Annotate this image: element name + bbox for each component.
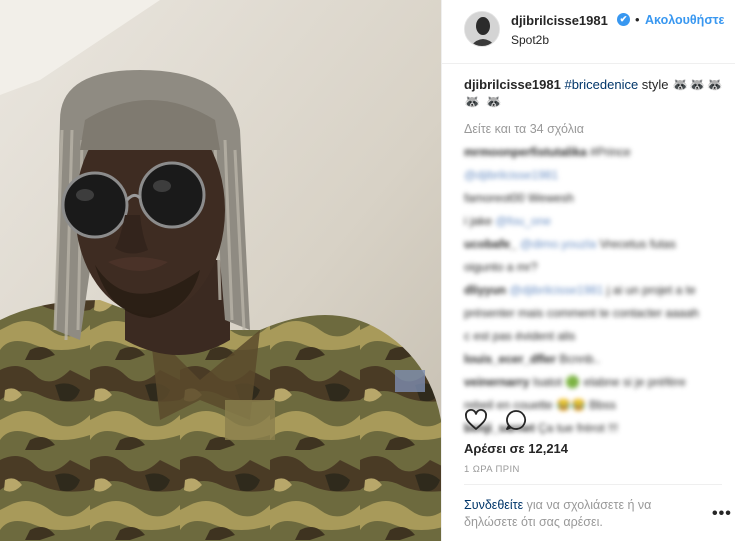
load-more-comments-button[interactable]: Δείτε και τα 34 σχόλια: [464, 122, 724, 136]
comment-item: présenter mais comment te contacter aaaa…: [464, 305, 724, 321]
comment-text-extra: j ai un projet a te: [603, 283, 696, 297]
comment-text: présenter mais comment te contacter aaaa…: [464, 306, 699, 320]
comment-text: Ça tue frérot !!!: [538, 421, 619, 435]
post-timestamp[interactable]: 1 ΩΡΑ ΠΡΙΝ: [464, 464, 520, 475]
avatar[interactable]: [464, 11, 500, 47]
comment-text: #Prince: [590, 145, 631, 159]
login-link[interactable]: Συνδεθείτε: [464, 498, 523, 512]
comment-list: mrmoonperfistutalika #Prince @djibrilcis…: [464, 144, 724, 436]
comment-mention[interactable]: @dimo.youzla: [520, 237, 596, 251]
comment-username[interactable]: louis_ecer_dfler: [464, 352, 556, 366]
comment-item: oigunto a mr?: [464, 259, 724, 275]
comment-item: louis_ecer_dfler Bcnnb..: [464, 351, 724, 367]
comment-item: c est pas évident alis: [464, 328, 724, 344]
comment-text: c est pas évident alis: [464, 329, 576, 343]
likes-count[interactable]: Αρέσει σε 12,214: [464, 441, 568, 456]
comment-username[interactable]: dliyyun: [464, 283, 506, 297]
comment-text: oigunto a mr?: [464, 260, 538, 274]
comment-item: veinernarry Isatot 🟢 elabne si je préfèr…: [464, 374, 724, 390]
ellipsis-icon[interactable]: •••: [712, 506, 732, 522]
comment-text-extra: Vrecetus futas: [596, 237, 676, 251]
post-actions: [464, 408, 540, 432]
comments-section: djibrilcisse1981 #bricedenice style 🦝🦝🦝🦝…: [464, 76, 724, 443]
caption-hashtag[interactable]: #bricedenice: [564, 77, 638, 92]
comment-username[interactable]: ucobafe_: [464, 237, 517, 251]
comment-mention[interactable]: @djibrilcisse1981: [509, 283, 603, 297]
post-photo[interactable]: [0, 0, 441, 541]
caption-username[interactable]: djibrilcisse1981: [464, 77, 561, 92]
post-side-panel: djibrilcisse1981 ✔ • Ακολουθήστε Spot2b …: [441, 0, 735, 541]
comment-mention[interactable]: @djibrilcisse1981: [464, 168, 558, 182]
follow-button[interactable]: Ακολουθήστε: [645, 13, 724, 27]
comment-username[interactable]: mrmoonperfistutalika: [464, 145, 587, 159]
comment-item: dliyyun @djibrilcisse1981 j ai un projet…: [464, 282, 724, 298]
comment-text: Isatot 🟢 elabne si je préfère: [532, 375, 686, 389]
heart-icon[interactable]: [464, 408, 488, 432]
comment-text: famoreot00 Wewesh: [464, 191, 574, 205]
post-author-username[interactable]: djibrilcisse1981: [511, 13, 608, 28]
header-separator: •: [635, 12, 640, 27]
comment-mention[interactable]: @fou_one: [495, 214, 551, 228]
comment-item: famoreot00 Wewesh: [464, 190, 724, 206]
comment-bubble-icon[interactable]: [504, 408, 528, 432]
comment-item: ucobafe_ @dimo.youzla Vrecetus futas: [464, 236, 724, 252]
post-header: djibrilcisse1981 ✔ • Ακολουθήστε Spot2b: [442, 0, 735, 64]
divider: [464, 484, 722, 485]
caption-text: style: [638, 77, 673, 92]
comment-username[interactable]: veinernarry: [464, 375, 529, 389]
comment-text: Bcnnb..: [559, 352, 601, 366]
comment-text: i jake: [464, 214, 496, 228]
post-caption: djibrilcisse1981 #bricedenice style 🦝🦝🦝🦝…: [464, 76, 724, 110]
login-prompt: Συνδεθείτε για να σχολιάσετε ή να δηλώσε…: [464, 497, 694, 531]
comment-item: @djibrilcisse1981: [464, 167, 724, 183]
verified-badge-icon: ✔: [617, 13, 630, 26]
comment-item: i jake @fou_one: [464, 213, 724, 229]
post-photo-illustration: [0, 0, 441, 541]
post-location[interactable]: Spot2b: [511, 33, 549, 47]
comment-item: mrmoonperfistutalika #Prince: [464, 144, 724, 160]
